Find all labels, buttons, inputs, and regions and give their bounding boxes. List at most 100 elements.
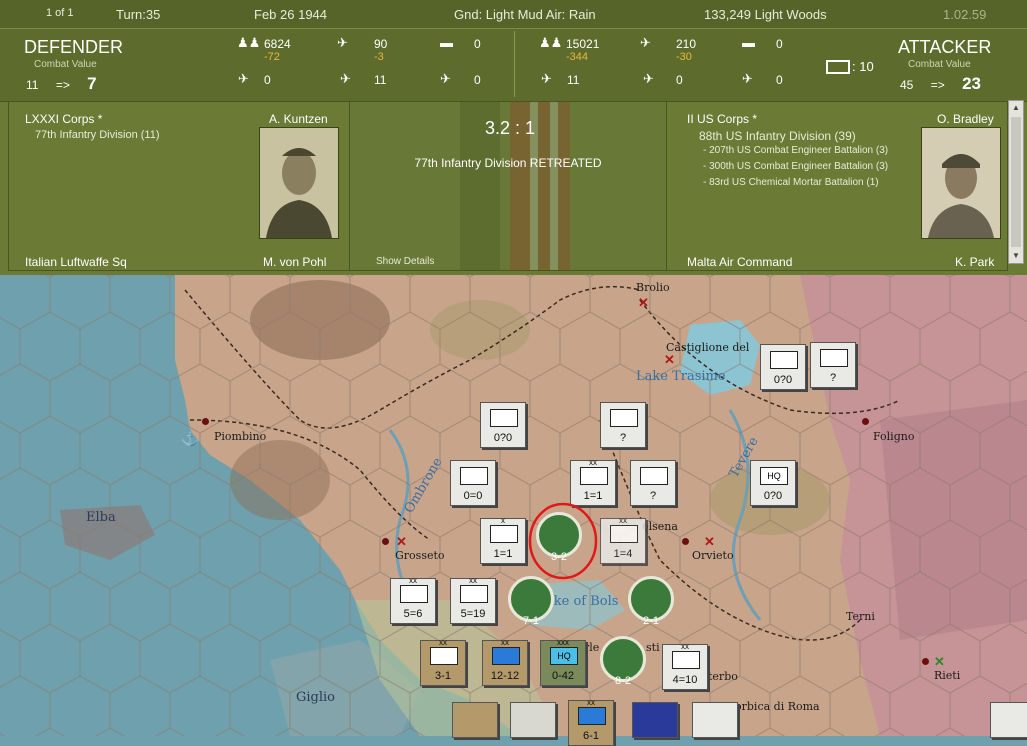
town-orvieto: Orvieto (692, 549, 734, 562)
unit-symbol (770, 351, 798, 369)
men-value: 15021 (566, 37, 600, 51)
unit-counter[interactable]: xx 4=10 (662, 642, 708, 690)
island-elba: Elba (86, 510, 116, 525)
combat-odds: 3.2 : 1 (484, 118, 536, 138)
unit-counter[interactable]: ? (630, 460, 676, 506)
unit-strength: 6-1 (583, 730, 599, 742)
unit-counter[interactable]: xxx HQ 0-42 (540, 638, 586, 686)
unit-symbol (490, 525, 518, 543)
cv-before: 11 (26, 78, 39, 92)
unit-symbol: HQ (550, 647, 578, 665)
unit-symbol: HQ (760, 467, 788, 485)
guns-value: 210 (676, 37, 697, 51)
unit-counter[interactable]: 0?0 (480, 402, 526, 448)
attacker-combat-value: 45 => 23 (900, 74, 981, 94)
unit-counter[interactable]: xx 1=4 (600, 516, 646, 564)
attached-unit: - 207th US Combat Engineer Battalion (3) (703, 145, 889, 156)
town-rieti: Rieti (934, 669, 961, 682)
unit-symbol (490, 409, 518, 427)
unit-counter[interactable] (510, 702, 556, 738)
version-label: 1.02.59 (943, 7, 987, 22)
unit-symbol (460, 467, 488, 485)
defender-commander-portrait (259, 127, 339, 239)
city-marker (202, 418, 209, 425)
town-grosseto: Grosseto (395, 549, 445, 562)
scroll-down-icon[interactable]: ▼ (1009, 249, 1023, 263)
town-piombino: Piombino (214, 430, 267, 443)
details-scrollbar[interactable]: ▲ ▼ (1008, 100, 1024, 264)
unit-strength: ? (829, 372, 837, 384)
unit-symbol (820, 349, 848, 367)
unit-size: xxx (557, 638, 569, 647)
unit-counter[interactable] (632, 702, 678, 738)
unit-counter[interactable]: xx 5=6 (390, 576, 436, 624)
men-loss: -72 (264, 51, 280, 63)
town-brolio: Brolio (636, 281, 670, 294)
cv-after: 23 (962, 74, 981, 93)
town-terni: Terni (846, 610, 875, 623)
attacker-afv: 0 (776, 37, 783, 51)
men-loss: -344 (566, 51, 589, 63)
attached-unit: - 83rd US Chemical Mortar Battalion (1) (703, 177, 879, 188)
armor-unit[interactable]: 2-1 (628, 576, 674, 627)
attacker-title: ATTACKER (898, 37, 992, 57)
defender-corps: LXXXI Corps * (25, 112, 103, 126)
unit-strength: 7-1 (523, 615, 539, 627)
unit-symbol (430, 647, 458, 665)
armor-unit[interactable]: 8-2 (600, 636, 646, 687)
unit-strength: 0?0 (773, 374, 793, 386)
city-marker (382, 538, 389, 545)
unit-size: xx (619, 516, 627, 525)
unit-counter[interactable]: x 1=1 (480, 516, 526, 564)
unit-strength: ? (649, 490, 657, 502)
unit-counter[interactable] (692, 702, 738, 738)
unit-counter[interactable]: 0=0 (450, 460, 496, 506)
defender-bombers: 11 (374, 73, 387, 87)
defender-combat-value: 11 => 7 (26, 74, 97, 94)
transport-icon: ✈ (440, 71, 451, 86)
unit-symbol (610, 409, 638, 427)
unit-counter[interactable] (452, 702, 498, 738)
defender-cv-label: Combat Value (34, 59, 97, 70)
unit-counter[interactable] (990, 702, 1027, 738)
unit-counter[interactable]: ? (600, 402, 646, 448)
unit-counter[interactable]: xx 6-1 (568, 698, 614, 746)
unit-counter[interactable]: xx 12-12 (482, 638, 528, 686)
defender-fighters: 0 (264, 73, 271, 87)
unit-counter[interactable]: xx 5=19 (450, 576, 496, 624)
lake-trasimeno-label: Lake Trasime (636, 369, 726, 384)
unit-counter[interactable]: HQ 0?0 (750, 460, 796, 506)
unit-size: xx (501, 638, 509, 647)
guns-icon: ✈ (640, 35, 651, 50)
defender-guns: 90 -3 (374, 37, 387, 63)
show-details-link[interactable]: Show Details (376, 256, 434, 267)
airfield-icon: ✕ (664, 352, 675, 367)
unit-strength: 2-1 (643, 615, 659, 627)
town-bolsena: olsena (642, 520, 678, 533)
attacker-men: 15021 -344 (566, 37, 599, 63)
lake-bolsena-label: ake of Bols (546, 594, 619, 609)
city-marker (682, 538, 689, 545)
defender-men: 6824 -72 (264, 37, 291, 63)
scroll-up-icon[interactable]: ▲ (1009, 101, 1023, 115)
unit-counter[interactable]: xx 3-1 (420, 638, 466, 686)
unit-strength: 8-2 (615, 675, 631, 687)
tank-icon: ▬ (440, 35, 453, 50)
unit-strength: 0=0 (463, 490, 483, 502)
unit-size: xx (469, 576, 477, 585)
defender-commander: A. Kuntzen (269, 112, 328, 126)
turn-indicator: Turn:35 (116, 7, 161, 22)
unit-counter[interactable]: ? (810, 342, 856, 388)
town-foligno: Foligno (873, 430, 915, 443)
attacker-guns: 210 -30 (676, 37, 696, 63)
unit-strength: 0?0 (763, 490, 783, 502)
armor-unit[interactable]: 7-1 (508, 576, 554, 627)
defender-air-unit: Italian Luftwaffe Sq (25, 255, 127, 269)
combat-result-message: 77th Infantry Division RETREATED (414, 156, 602, 170)
scroll-thumb[interactable] (1011, 117, 1021, 247)
men-icon: ♟♟ (539, 35, 563, 50)
transport-icon: ✈ (742, 71, 753, 86)
unit-counter[interactable]: 0?0 (760, 344, 806, 390)
unit-strength: 3-1 (435, 670, 451, 682)
attacker-support: : 10 (852, 59, 874, 74)
